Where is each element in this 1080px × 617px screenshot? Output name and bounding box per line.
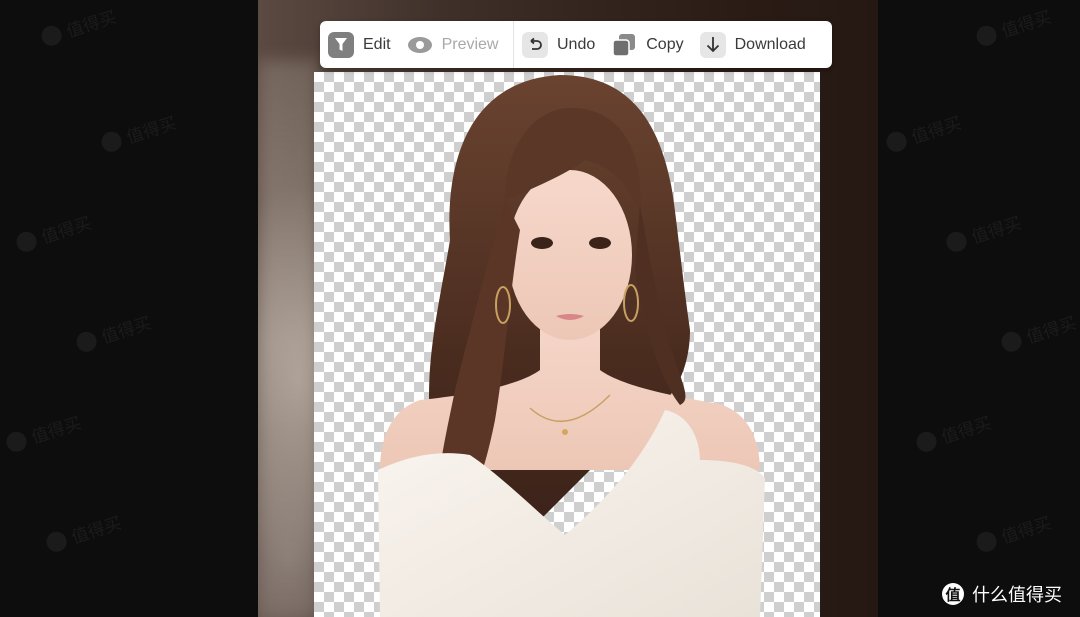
watermark-text: 值得买 — [64, 7, 119, 43]
watermark-logo-icon — [973, 22, 999, 48]
copy-label: Copy — [646, 35, 684, 53]
transparent-canvas[interactable] — [314, 72, 820, 617]
action-group: Undo Copy Download — [514, 21, 814, 68]
watermark: 值得买 — [13, 209, 94, 257]
watermark-text: 值得买 — [939, 413, 994, 449]
watermark-text: 值得买 — [909, 113, 964, 149]
preview-label: Preview — [441, 35, 499, 53]
edit-button[interactable]: Edit — [320, 21, 399, 68]
window-light — [258, 60, 318, 617]
undo-label: Undo — [557, 35, 596, 53]
copy-icon — [611, 32, 637, 58]
watermark: 值得买 — [943, 209, 1024, 257]
watermark: 值得买 — [98, 109, 179, 157]
watermark: 值得买 — [3, 409, 84, 457]
watermark-logo-icon — [13, 228, 39, 254]
watermark-text: 值得买 — [124, 113, 179, 149]
watermark: 值得买 — [73, 309, 154, 357]
watermark-text: 值得买 — [999, 513, 1054, 549]
watermark-logo-icon — [973, 528, 999, 554]
brand-watermark: 值 什么值得买 — [942, 581, 1062, 607]
watermark-text: 值得买 — [29, 413, 84, 449]
watermark-logo-icon — [998, 328, 1024, 354]
preview-button[interactable]: Preview — [399, 21, 507, 68]
eye-icon — [407, 32, 433, 58]
watermark-logo-icon — [883, 128, 909, 154]
watermark: 值得买 — [998, 309, 1079, 357]
undo-button[interactable]: Undo — [514, 21, 603, 68]
brand-name: 什么值得买 — [972, 585, 1062, 606]
watermark-text: 值得买 — [99, 313, 154, 349]
watermark-text: 值得买 — [69, 513, 124, 549]
watermark-text: 值得买 — [39, 213, 94, 249]
watermark-text: 值得买 — [1024, 313, 1079, 349]
edit-label: Edit — [363, 35, 391, 53]
copy-button[interactable]: Copy — [603, 21, 691, 68]
download-label: Download — [734, 35, 806, 53]
editor-toolbar: Edit Preview Undo Copy Download — [320, 21, 832, 68]
watermark: 值得买 — [883, 109, 964, 157]
download-icon — [699, 31, 726, 58]
watermark-text: 值得买 — [999, 7, 1054, 43]
watermark-logo-icon — [98, 128, 124, 154]
watermark: 值得买 — [973, 509, 1054, 557]
watermark-logo-icon — [73, 328, 99, 354]
watermark-logo-icon — [3, 428, 29, 454]
watermark: 值得买 — [43, 509, 124, 557]
download-button[interactable]: Download — [692, 21, 814, 68]
watermark-logo-icon — [38, 22, 64, 48]
funnel-icon — [328, 31, 354, 58]
watermark-logo-icon — [943, 228, 969, 254]
watermark: 值得买 — [973, 3, 1054, 51]
mode-group: Edit Preview — [320, 21, 514, 68]
brand-logo-icon: 值 — [942, 583, 964, 605]
watermark: 值得买 — [913, 409, 994, 457]
watermark-logo-icon — [913, 428, 939, 454]
watermark-text: 值得买 — [969, 213, 1024, 249]
watermark: 值得买 — [38, 3, 119, 51]
undo-icon — [522, 31, 548, 58]
watermark-logo-icon — [43, 528, 69, 554]
